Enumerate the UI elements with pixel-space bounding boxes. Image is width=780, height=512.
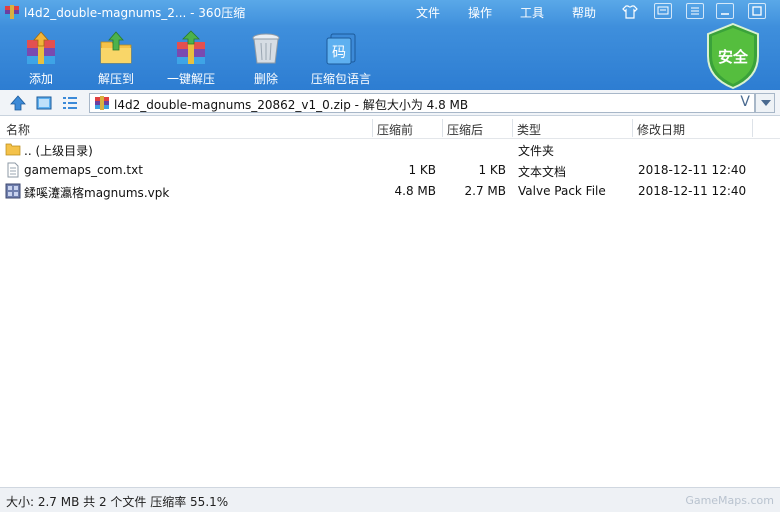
menu-options-button[interactable] <box>686 3 704 19</box>
column-divider[interactable] <box>372 119 373 137</box>
security-label: 安全 <box>718 48 749 66</box>
up-arrow-icon[interactable] <box>10 95 26 111</box>
minimize-icon <box>721 13 729 15</box>
address-path: l4d2_double-magnums_20862_v1_0.zip - 解包大… <box>114 98 469 112</box>
skin-shirt-icon[interactable] <box>622 4 638 20</box>
menu-file[interactable]: 文件 <box>416 4 440 21</box>
folder-icon <box>5 143 21 156</box>
add-button[interactable]: 添加 <box>6 28 76 88</box>
file-type: Valve Pack File <box>518 184 606 198</box>
vpk-file-icon <box>5 183 21 199</box>
file-date: 2018-12-11 12:40 <box>638 184 747 198</box>
menu-help[interactable]: 帮助 <box>572 4 596 21</box>
archive-app-icon <box>5 5 19 19</box>
extract-to-label: 解压到 <box>97 72 134 86</box>
column-modified-date[interactable]: 修改日期 <box>637 121 685 138</box>
column-name[interactable]: 名称 <box>6 121 30 138</box>
language-glyph: 码 <box>332 45 346 61</box>
app-window: l4d2_double-magnums_2... - 360压缩 文件 操作 工… <box>0 0 780 512</box>
file-row-parent[interactable]: .. (上级目录) 文件夹 <box>0 139 780 160</box>
one-click-extract-icon <box>177 30 205 64</box>
top-band: l4d2_double-magnums_2... - 360压缩 文件 操作 工… <box>0 0 780 90</box>
address-dropdown-button[interactable] <box>755 93 775 113</box>
address-bar[interactable]: l4d2_double-magnums_20862_v1_0.zip - 解包大… <box>89 93 755 113</box>
file-row-txt[interactable]: gamemaps_com.txt 1 KB 1 KB 文本文档 2018-12-… <box>0 160 780 181</box>
delete-label: 删除 <box>253 72 278 86</box>
address-row: l4d2_double-magnums_20862_v1_0.zip - 解包大… <box>0 90 780 116</box>
extract-to-button[interactable]: 解压到 <box>81 28 151 88</box>
hamburger-icon <box>691 7 699 15</box>
column-divider[interactable] <box>512 119 513 137</box>
add-label: 添加 <box>28 72 53 86</box>
file-name: gamemaps_com.txt <box>24 163 143 177</box>
column-divider[interactable] <box>752 119 753 137</box>
feedback-button[interactable] <box>654 3 672 19</box>
one-click-extract-label: 一键解压 <box>166 72 215 86</box>
thumbnail-view-icon[interactable] <box>36 95 52 111</box>
column-divider[interactable] <box>442 119 443 137</box>
file-row-vpk[interactable]: 鍒嗘瀽瀛楁magnums.vpk 4.8 MB 2.7 MB Valve Pac… <box>0 181 780 202</box>
add-archive-icon <box>27 31 55 64</box>
list-view-icon[interactable] <box>62 95 78 111</box>
delete-button[interactable]: 删除 <box>231 28 301 88</box>
chevron-down-icon <box>761 100 771 106</box>
file-size-after: 2.7 MB <box>464 184 506 198</box>
archive-language-label: 压缩包语言 <box>310 72 371 86</box>
extract-to-icon <box>100 31 132 64</box>
column-after-size[interactable]: 压缩后 <box>447 121 483 138</box>
history-icon[interactable]: V <box>740 94 750 110</box>
file-name: .. (上级目录) <box>24 144 93 158</box>
file-name: 鍒嗘瀽瀛楁magnums.vpk <box>24 186 170 200</box>
file-type: 文本文档 <box>518 165 567 179</box>
column-header: 名称 压缩前 压缩后 类型 修改日期 <box>0 117 780 139</box>
zip-archive-icon <box>95 96 109 110</box>
status-text: 大小: 2.7 MB 共 2 个文件 压缩率 55.1% <box>6 495 229 509</box>
column-type[interactable]: 类型 <box>517 121 541 138</box>
file-size-before: 4.8 MB <box>394 184 436 198</box>
minimize-button[interactable] <box>716 3 734 19</box>
status-bar: 大小: 2.7 MB 共 2 个文件 压缩率 55.1% GameMaps.co… <box>0 487 780 512</box>
menu-tools[interactable]: 工具 <box>520 4 544 21</box>
watermark: GameMaps.com <box>685 494 774 507</box>
column-before-size[interactable]: 压缩前 <box>377 121 413 138</box>
message-icon <box>657 6 669 15</box>
title-bar: l4d2_double-magnums_2... - 360压缩 文件 操作 工… <box>0 0 780 24</box>
file-size-after: 1 KB <box>478 163 506 177</box>
maximize-button[interactable] <box>748 3 766 19</box>
column-divider[interactable] <box>632 119 633 137</box>
text-file-icon <box>7 162 19 178</box>
maximize-icon <box>752 6 762 16</box>
file-type: 文件夹 <box>518 144 555 158</box>
archive-language-button[interactable]: 码 压缩包语言 <box>306 28 376 88</box>
security-shield-icon[interactable]: 安全 <box>704 22 762 90</box>
window-title: l4d2_double-magnums_2... - 360压缩 <box>24 6 246 20</box>
delete-trash-icon <box>252 33 280 64</box>
one-click-extract-button[interactable]: 一键解压 <box>156 28 226 88</box>
file-size-before: 1 KB <box>408 163 436 177</box>
archive-language-icon: 码 <box>326 33 356 65</box>
file-date: 2018-12-11 12:40 <box>638 163 747 177</box>
menu-operate[interactable]: 操作 <box>468 4 492 21</box>
